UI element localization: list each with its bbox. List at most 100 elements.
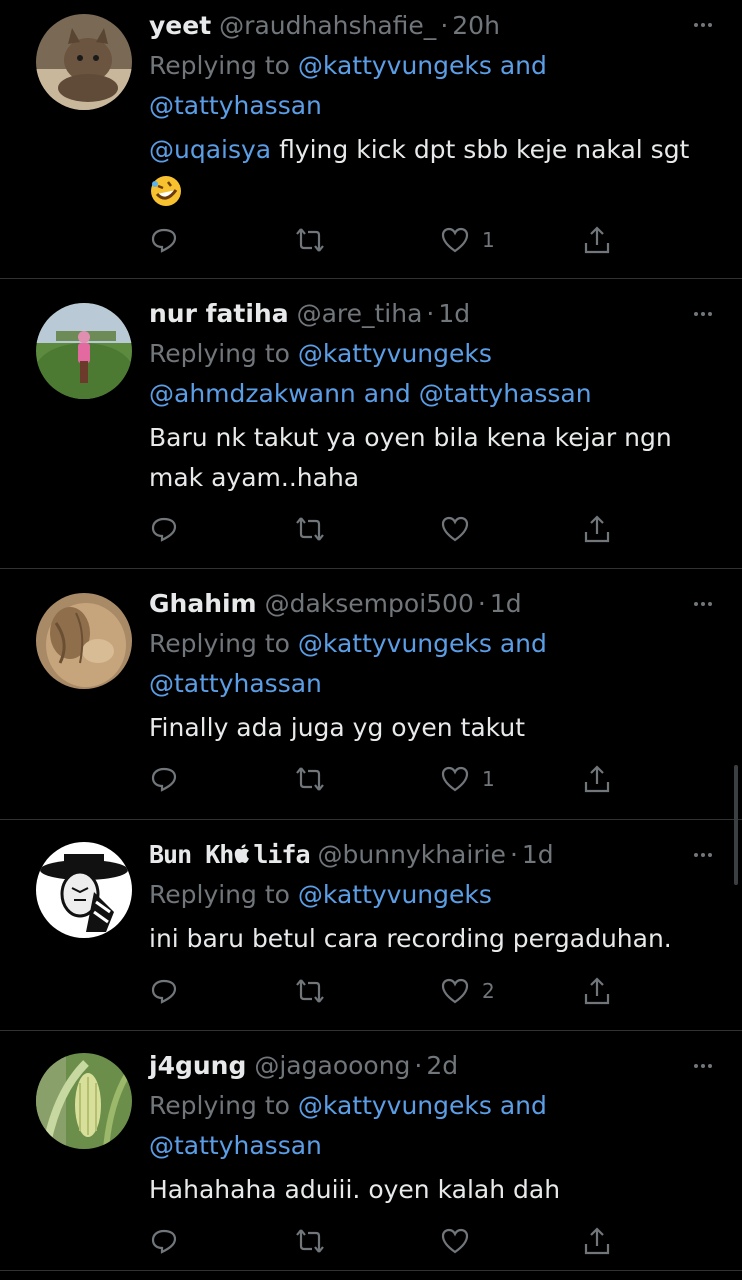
replying-to-label: Replying to: [149, 339, 290, 368]
like-button[interactable]: [440, 1221, 470, 1261]
apple-logo-icon: [235, 844, 250, 863]
tweet-text: Finally ada juga yg oyen takut: [149, 713, 526, 742]
retweet-button[interactable]: [295, 220, 325, 260]
avatar[interactable]: [36, 593, 132, 689]
like-count: 1: [482, 228, 495, 252]
heart-icon: [441, 1228, 469, 1254]
display-name[interactable]: Bun Kh lifa: [149, 835, 311, 875]
mention-link[interactable]: @tattyhassan: [149, 1131, 322, 1160]
tweet-actions: 1: [149, 220, 629, 260]
replying-to: Replying to @kattyvungeks and: [149, 1086, 718, 1126]
mention-link[interactable]: @tattyhassan: [149, 669, 322, 698]
tweet-3[interactable]: Ghahim @daksempoi500 · 1d Replying to @k…: [0, 569, 742, 820]
display-name[interactable]: Ghahim: [149, 584, 257, 624]
share-icon: [584, 515, 610, 543]
share-icon: [584, 226, 610, 254]
tweet-2[interactable]: nur fatiha @are_tiha · 1d Replying to @k…: [0, 279, 742, 569]
tweet-1[interactable]: yeet @raudhahshafie_ · 20h Replying to @…: [0, 0, 742, 279]
tweet-text-body: flying kick dpt sbb keje nakal sgt: [271, 135, 690, 164]
like-button[interactable]: 2: [440, 971, 495, 1011]
retweet-button[interactable]: [295, 509, 325, 549]
share-button[interactable]: [582, 509, 612, 549]
reply-icon: [151, 517, 177, 542]
retweet-button[interactable]: [295, 759, 325, 799]
share-button[interactable]: [582, 220, 612, 260]
reply-button[interactable]: [149, 509, 179, 549]
replying-to: Replying to @kattyvungeks and: [149, 624, 718, 664]
share-button[interactable]: [582, 971, 612, 1011]
reply-icon: [151, 228, 177, 253]
display-name[interactable]: j4gung: [149, 1046, 246, 1086]
avatar[interactable]: [36, 1053, 132, 1149]
heart-icon: [441, 766, 469, 792]
like-button[interactable]: 1: [440, 220, 495, 260]
reply-button[interactable]: [149, 1221, 179, 1261]
mention-link[interactable]: @tattyhassan: [149, 91, 322, 120]
share-icon: [584, 765, 610, 793]
like-button[interactable]: 1: [440, 759, 495, 799]
timestamp[interactable]: 20h: [452, 6, 500, 46]
replying-to-label: Replying to: [149, 629, 290, 658]
mention-link[interactable]: @kattyvungeks and: [298, 1091, 547, 1120]
heart-icon: [441, 516, 469, 542]
handle[interactable]: @jagaooong: [254, 1046, 410, 1086]
display-name[interactable]: nur fatiha: [149, 294, 289, 334]
reply-button[interactable]: [149, 971, 179, 1011]
timestamp[interactable]: 1d: [522, 835, 554, 875]
replying-to: Replying to @kattyvungeks: [149, 875, 718, 915]
reply-button[interactable]: [149, 220, 179, 260]
separator: ·: [477, 589, 486, 618]
reply-button[interactable]: [149, 759, 179, 799]
display-name[interactable]: yeet: [149, 6, 211, 46]
retweet-button[interactable]: [295, 971, 325, 1011]
replying-to-label: Replying to: [149, 1091, 290, 1120]
like-button[interactable]: [440, 509, 470, 549]
tweet-actions: 1: [149, 759, 629, 799]
share-button[interactable]: [582, 759, 612, 799]
retweet-button[interactable]: [295, 1221, 325, 1261]
handle[interactable]: @daksempoi500: [265, 584, 474, 624]
handle[interactable]: @bunnykhairie: [318, 835, 506, 875]
replying-to: Replying to @kattyvungeks and: [149, 46, 718, 86]
mention-link[interactable]: @kattyvungeks and: [298, 51, 547, 80]
tweet-text: Baru nk takut ya oyen bila kena kejar ng…: [149, 423, 672, 452]
retweet-icon: [296, 1229, 324, 1253]
avatar[interactable]: [36, 303, 132, 399]
mention-link[interactable]: @uqaisya: [149, 135, 271, 164]
mention-link[interactable]: @kattyvungeks: [298, 339, 492, 368]
avatar[interactable]: [36, 842, 132, 938]
separator: ·: [414, 1051, 423, 1080]
separator: ·: [426, 299, 435, 328]
timestamp[interactable]: 1d: [490, 584, 522, 624]
replying-to-label: Replying to: [149, 880, 290, 909]
mention-link[interactable]: @kattyvungeks and: [298, 629, 547, 658]
tweet-text: Hahahaha aduiii. oyen kalah dah: [149, 1175, 561, 1204]
retweet-icon: [296, 228, 324, 252]
reply-icon: [151, 979, 177, 1004]
mention-link[interactable]: @kattyvungeks: [298, 880, 492, 909]
replying-to: Replying to @kattyvungeks: [149, 334, 718, 374]
heart-icon: [441, 978, 469, 1004]
retweet-icon: [296, 517, 324, 541]
rofl-emoji-icon: [151, 176, 181, 206]
reply-icon: [151, 1229, 177, 1254]
replies-feed: yeet @raudhahshafie_ · 20h Replying to @…: [0, 0, 742, 1280]
handle[interactable]: @are_tiha: [297, 294, 423, 334]
scrollbar[interactable]: [734, 765, 738, 885]
retweet-icon: [296, 979, 324, 1003]
tweet-text: ini baru betul cara recording pergaduhan…: [149, 924, 672, 953]
avatar[interactable]: [36, 14, 132, 110]
mention-link[interactable]: @ahmdzakwann and @tattyhassan: [149, 379, 592, 408]
retweet-icon: [296, 767, 324, 791]
reply-icon: [151, 767, 177, 792]
display-name-part: lifa: [253, 840, 310, 869]
timestamp[interactable]: 2d: [426, 1046, 458, 1086]
timestamp[interactable]: 1d: [438, 294, 470, 334]
handle[interactable]: @raudhahshafie_: [219, 6, 436, 46]
display-name-part: Bun Kh: [149, 840, 234, 869]
tweet-actions: 2: [149, 971, 629, 1011]
share-button[interactable]: [582, 1221, 612, 1261]
tweet-4[interactable]: Bun Kh lifa @bunnykhairie · 1d Replying t…: [0, 820, 742, 1031]
tweet-actions: [149, 509, 629, 549]
tweet-5[interactable]: j4gung @jagaooong · 2d Replying to @katt…: [0, 1031, 742, 1271]
